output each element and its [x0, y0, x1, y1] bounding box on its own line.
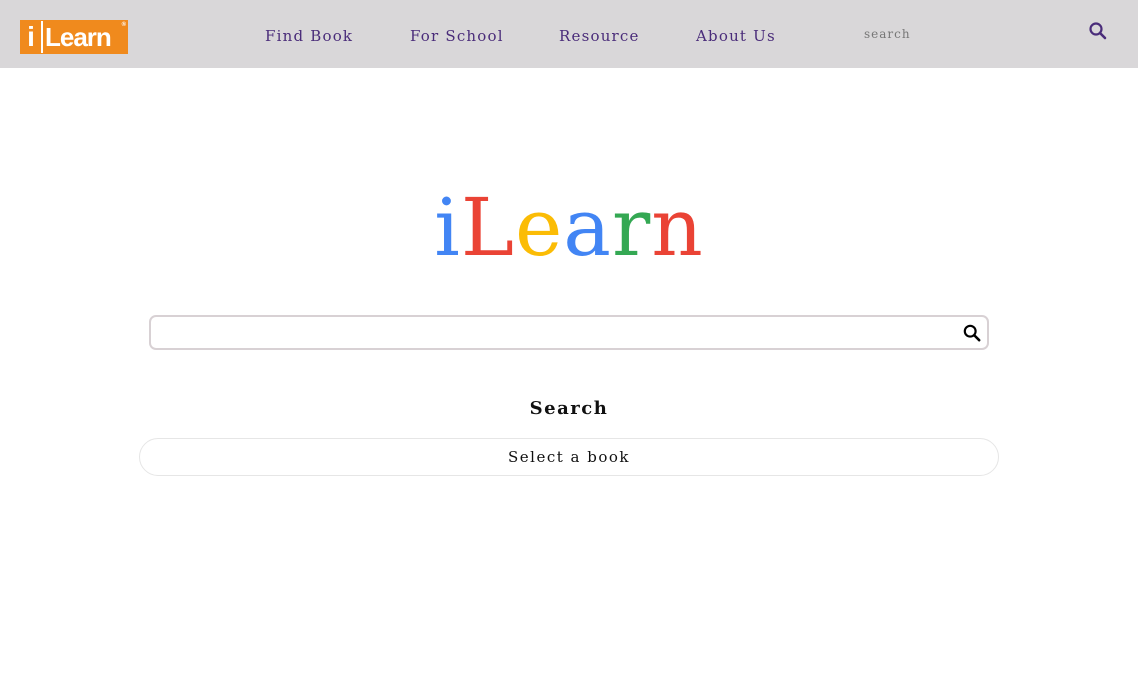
ilearn-brand-title: iLearn [0, 178, 1138, 278]
brand-letter: r [611, 181, 652, 274]
ilearn-logo[interactable]: i Learn ® [20, 20, 128, 54]
search-heading: Search [529, 398, 609, 419]
main-search-input[interactable] [157, 317, 961, 350]
nav-resource[interactable]: Resource [559, 27, 640, 45]
nav-find-book[interactable]: Find Book [265, 27, 353, 45]
brand-letter: i [434, 181, 461, 274]
search-icon[interactable] [963, 324, 981, 342]
select-book-button[interactable]: Select a book [139, 438, 999, 476]
brand-letter: a [563, 181, 612, 274]
logo-wordmark: Learn ® [43, 21, 127, 53]
header-search-input[interactable] [858, 22, 1070, 46]
main-search-box [149, 315, 989, 350]
top-navbar: i Learn ® Find Book For School Resource … [0, 0, 1138, 68]
nav-for-school[interactable]: For School [410, 27, 504, 45]
nav-about-us[interactable]: About Us [696, 27, 776, 45]
brand-letter: e [514, 181, 564, 274]
logo-registered-mark: ® [121, 22, 127, 28]
brand-letter: n [651, 181, 704, 274]
logo-letter-i: i [21, 21, 41, 53]
search-icon[interactable] [1088, 21, 1108, 41]
logo-text: Learn [45, 22, 112, 52]
brand-letter: L [460, 181, 515, 274]
